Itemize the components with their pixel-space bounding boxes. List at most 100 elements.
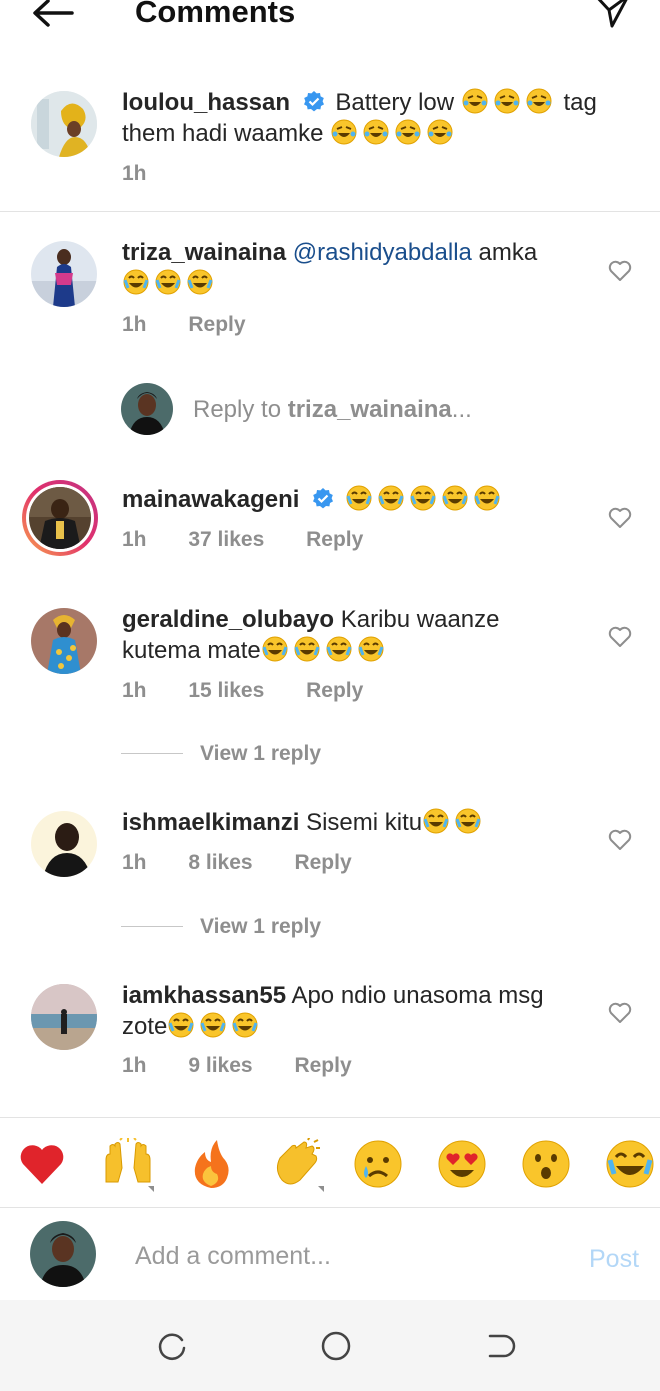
reaction-surprised[interactable]: [520, 1138, 572, 1190]
comment-text-line2: kutema mate: [122, 637, 261, 664]
joy-emoji-icon: [262, 636, 288, 662]
comment-body: triza_wainaina @rashidyabdalla amka: [122, 237, 592, 299]
raising-hands-emoji-icon: [105, 1137, 154, 1192]
reply-to-username: triza_wainaina: [287, 396, 452, 423]
comment-meta: 1h 15 likes Reply: [122, 677, 399, 705]
comment-username[interactable]: mainawakageni: [122, 486, 299, 513]
comment-time: 1h: [122, 313, 147, 336]
send-button[interactable]: [592, 0, 632, 30]
view-replies-line: [121, 926, 183, 927]
likes-count[interactable]: 8 likes: [188, 851, 252, 874]
post-button[interactable]: Post: [589, 1245, 639, 1274]
page-title: Comments: [135, 0, 296, 29]
comment-username[interactable]: geraldine_olubayo: [122, 606, 334, 633]
fire-emoji-icon: [194, 1140, 229, 1188]
heart-outline-icon: [608, 507, 632, 528]
rofl-emoji-icon: [462, 88, 488, 114]
rofl-emoji-icon: [526, 88, 552, 114]
my-avatar: [121, 383, 173, 435]
like-button[interactable]: [608, 507, 632, 534]
avatar-story-ring[interactable]: [22, 480, 98, 556]
joy-emoji-icon: [294, 636, 320, 662]
joy-emoji-icon: [187, 269, 213, 295]
comment-text-line2: them hadi waamke: [122, 120, 324, 147]
comment-body: geraldine_olubayo Karibu waanze kutema m…: [122, 604, 592, 666]
comment-body: mainawakageni: [122, 484, 592, 515]
reaction-heart[interactable]: [16, 1138, 68, 1190]
avatar[interactable]: [31, 811, 97, 877]
verified-badge-icon: [303, 91, 324, 112]
reaction-clapping[interactable]: [270, 1135, 324, 1192]
reaction-raising-hands[interactable]: [100, 1137, 154, 1192]
joy-emoji-icon: [346, 485, 372, 511]
avatar[interactable]: [31, 608, 97, 674]
reaction-fire[interactable]: [185, 1138, 237, 1190]
likes-count[interactable]: 15 likes: [188, 679, 264, 702]
back-button[interactable]: [28, 0, 76, 30]
reply-button[interactable]: Reply: [294, 1054, 351, 1077]
joy-emoji-icon: [326, 636, 352, 662]
likes-count[interactable]: 9 likes: [188, 1054, 252, 1077]
comment-time: 1h: [122, 528, 147, 551]
rofl-emoji-icon: [331, 119, 357, 145]
joy-emoji-icon: [123, 269, 149, 295]
home-circle-icon: [321, 1331, 351, 1361]
comment-composer: Add a comment... Post: [0, 1208, 660, 1308]
reply-to-prompt[interactable]: Reply to triza_wainaina...: [193, 396, 472, 424]
reply-button[interactable]: Reply: [306, 528, 363, 551]
reaction-crying[interactable]: [352, 1138, 404, 1190]
reply-to-prefix: Reply to: [193, 396, 282, 423]
reply-to-ellipsis: ...: [451, 396, 472, 423]
comment-mention[interactable]: @rashidyabdalla: [293, 239, 472, 266]
divider: [0, 211, 660, 212]
joy-emoji-icon: [155, 269, 181, 295]
comment-caption: loulou_hassan Battery low tag them hadi …: [122, 87, 622, 149]
like-button[interactable]: [608, 1002, 632, 1029]
view-replies-button[interactable]: View 1 reply: [200, 742, 321, 766]
like-button[interactable]: [608, 260, 632, 287]
comment-body: ishmaelkimanzi Sisemi kitu: [122, 807, 592, 838]
joy-emoji-icon: [200, 1012, 226, 1038]
system-nav-bar: [0, 1300, 660, 1391]
comment-text: Battery low: [335, 89, 455, 116]
comment-username[interactable]: triza_wainaina: [122, 239, 286, 266]
heart-outline-icon: [608, 626, 632, 647]
like-button[interactable]: [608, 626, 632, 653]
comment-input[interactable]: Add a comment...: [135, 1242, 331, 1271]
recent-apps-button[interactable]: [156, 1330, 188, 1367]
reply-button[interactable]: Reply: [188, 313, 245, 336]
comment-username[interactable]: iamkhassan55: [122, 982, 286, 1009]
joy-emoji-icon: [606, 1140, 654, 1188]
avatar[interactable]: [31, 91, 97, 157]
joy-emoji-icon: [232, 1012, 258, 1038]
comment-text-line2: zote: [122, 1013, 168, 1040]
view-replies-line: [121, 753, 183, 754]
back-nav-button[interactable]: [484, 1330, 516, 1367]
avatar[interactable]: [31, 984, 97, 1050]
rofl-emoji-icon: [395, 119, 421, 145]
comment-username[interactable]: loulou_hassan: [122, 89, 290, 116]
joy-emoji-icon: [455, 808, 481, 834]
surprised-face-emoji-icon: [522, 1140, 570, 1188]
header: Comments: [0, 0, 660, 50]
view-replies-button[interactable]: View 1 reply: [200, 915, 321, 939]
my-avatar: [30, 1221, 96, 1287]
reply-button[interactable]: Reply: [294, 851, 351, 874]
comment-text-tag: tag: [563, 89, 597, 116]
joy-emoji-icon: [378, 485, 404, 511]
home-button[interactable]: [320, 1330, 352, 1367]
arrow-left-icon: [33, 0, 74, 27]
likes-count[interactable]: 37 likes: [188, 528, 264, 551]
comment-meta: 1h Reply: [122, 311, 282, 339]
comment-meta: 1h 9 likes Reply: [122, 1052, 388, 1080]
avatar[interactable]: [31, 241, 97, 307]
recent-apps-icon: [158, 1333, 186, 1360]
reply-button[interactable]: Reply: [306, 679, 363, 702]
heart-eyes-emoji-icon: [438, 1140, 486, 1188]
reaction-joy[interactable]: [604, 1138, 656, 1190]
comment-meta: 1h: [122, 160, 183, 188]
like-button[interactable]: [608, 829, 632, 856]
comment-username[interactable]: ishmaelkimanzi: [122, 809, 299, 836]
reaction-heart-eyes[interactable]: [436, 1138, 488, 1190]
back-nav-icon: [488, 1334, 516, 1358]
